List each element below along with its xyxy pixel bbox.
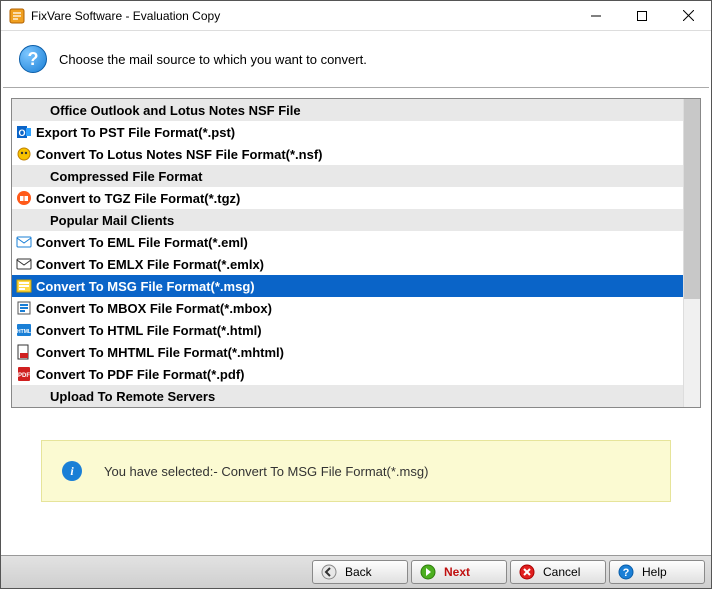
msg-icon — [16, 278, 32, 294]
list-item-label: Convert To MSG File Format(*.msg) — [36, 279, 255, 294]
cancel-label: Cancel — [543, 565, 580, 579]
tgz-icon — [16, 190, 32, 206]
titlebar: FixVare Software - Evaluation Copy — [1, 1, 711, 31]
list-item-label: Convert To MHTML File Format(*.mhtml) — [36, 345, 284, 360]
divider — [3, 87, 709, 88]
header: ? Choose the mail source to which you wa… — [1, 31, 711, 87]
list-group-header: Office Outlook and Lotus Notes NSF File — [12, 99, 683, 121]
list-item-label: Office Outlook and Lotus Notes NSF File — [36, 103, 301, 118]
footer: Back Next Cancel ? Help — [1, 555, 711, 588]
outlook-icon: O — [16, 124, 32, 140]
pdf-icon: PDF — [16, 366, 32, 382]
list-item[interactable]: Convert To EML File Format(*.eml) — [12, 231, 683, 253]
scroll-thumb[interactable] — [684, 99, 700, 299]
svg-text:O: O — [18, 128, 25, 138]
list-item-label: Convert To Lotus Notes NSF File Format(*… — [36, 147, 323, 162]
emlx-icon — [16, 256, 32, 272]
mbox-icon — [16, 300, 32, 316]
next-icon — [420, 564, 436, 580]
lotus-icon — [16, 146, 32, 162]
back-button[interactable]: Back — [312, 560, 408, 584]
list-item-label: Convert To HTML File Format(*.html) — [36, 323, 262, 338]
back-icon — [321, 564, 337, 580]
list-item[interactable]: Convert To EMLX File Format(*.emlx) — [12, 253, 683, 275]
list-item[interactable]: Convert To Lotus Notes NSF File Format(*… — [12, 143, 683, 165]
next-button[interactable]: Next — [411, 560, 507, 584]
list-item-label: Upload To Remote Servers — [36, 389, 215, 404]
info-panel: i You have selected:- Convert To MSG Fil… — [41, 440, 671, 502]
list-group-header: Upload To Remote Servers — [12, 385, 683, 407]
list-item[interactable]: Convert To MBOX File Format(*.mbox) — [12, 297, 683, 319]
list-item[interactable]: Convert To MHTML File Format(*.mhtml) — [12, 341, 683, 363]
cancel-icon — [519, 564, 535, 580]
list-item[interactable]: HTML Convert To HTML File Format(*.html) — [12, 319, 683, 341]
html-icon: HTML — [16, 322, 32, 338]
help-icon: ? — [618, 564, 634, 580]
minimize-button[interactable] — [573, 1, 619, 31]
info-message: You have selected:- Convert To MSG File … — [104, 464, 428, 479]
next-label: Next — [444, 565, 470, 579]
scrollbar[interactable] — [683, 99, 700, 407]
window-title: FixVare Software - Evaluation Copy — [31, 9, 573, 23]
header-prompt: Choose the mail source to which you want… — [59, 52, 367, 67]
list-item[interactable]: Convert To MSG File Format(*.msg) — [12, 275, 683, 297]
list-item-label: Compressed File Format — [36, 169, 202, 184]
list-item[interactable]: O Export To PST File Format(*.pst) — [12, 121, 683, 143]
eml-icon — [16, 234, 32, 250]
list-item-label: Export To PST File Format(*.pst) — [36, 125, 235, 140]
svg-text:HTML: HTML — [17, 329, 31, 335]
maximize-button[interactable] — [619, 1, 665, 31]
svg-text:?: ? — [623, 567, 630, 579]
list-group-header: Compressed File Format — [12, 165, 683, 187]
svg-text:PDF: PDF — [18, 373, 30, 379]
question-icon: ? — [19, 45, 47, 73]
list-item-label: Convert To EML File Format(*.eml) — [36, 235, 248, 250]
list-group-header: Popular Mail Clients — [12, 209, 683, 231]
format-list[interactable]: Office Outlook and Lotus Notes NSF File O… — [12, 99, 683, 407]
back-label: Back — [345, 565, 372, 579]
format-listbox: Office Outlook and Lotus Notes NSF File O… — [11, 98, 701, 408]
list-item-label: Popular Mail Clients — [36, 213, 174, 228]
list-item-label: Convert To MBOX File Format(*.mbox) — [36, 301, 272, 316]
list-item[interactable]: Convert to TGZ File Format(*.tgz) — [12, 187, 683, 209]
info-icon: i — [62, 461, 82, 481]
cancel-button[interactable]: Cancel — [510, 560, 606, 584]
list-item-label: Convert To PDF File Format(*.pdf) — [36, 367, 244, 382]
help-button[interactable]: ? Help — [609, 560, 705, 584]
close-button[interactable] — [665, 1, 711, 31]
app-icon — [9, 8, 25, 24]
list-item[interactable]: PDF Convert To PDF File Format(*.pdf) — [12, 363, 683, 385]
mhtml-icon — [16, 344, 32, 360]
list-item-label: Convert To EMLX File Format(*.emlx) — [36, 257, 264, 272]
list-item-label: Convert to TGZ File Format(*.tgz) — [36, 191, 240, 206]
help-label: Help — [642, 565, 667, 579]
